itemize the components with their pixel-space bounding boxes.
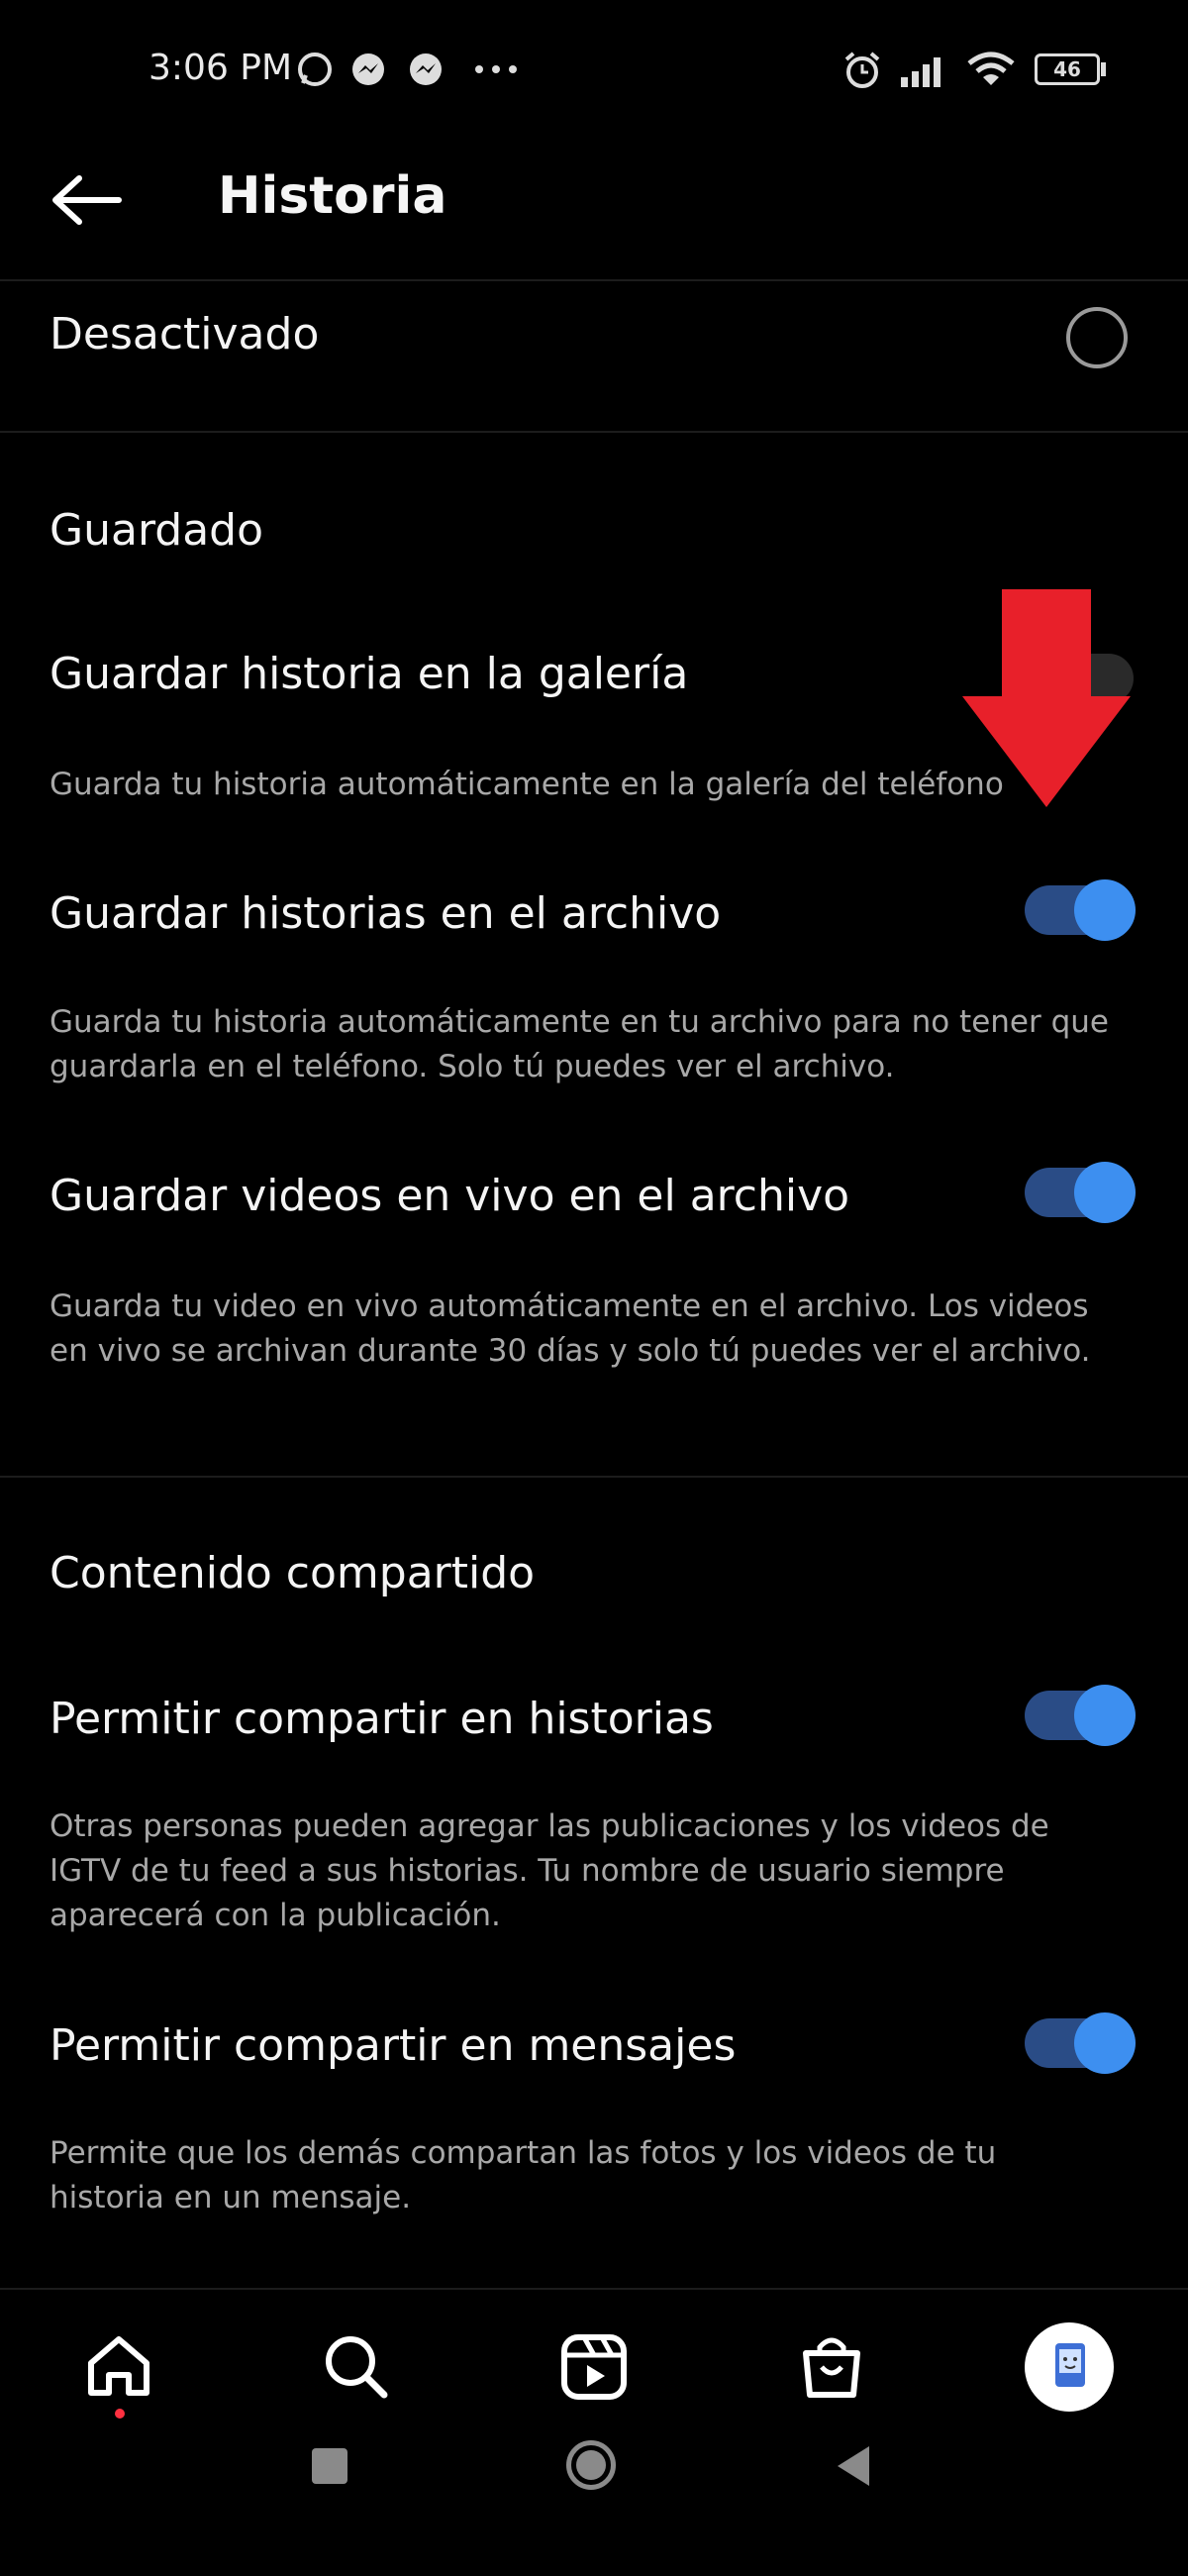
home-button-dot <box>576 2450 606 2480</box>
battery-icon: 46 <box>1035 53 1100 85</box>
contenido-section-title: Contenido compartido <box>50 1548 536 1598</box>
home-tab[interactable] <box>69 2308 168 2426</box>
whatsapp-icon <box>298 52 332 86</box>
recents-button[interactable] <box>312 2448 347 2484</box>
profile-tab[interactable] <box>1020 2308 1119 2426</box>
avatar-illustration <box>1055 2343 1085 2387</box>
arrow-left-icon[interactable] <box>48 170 127 230</box>
battery-level: 46 <box>1053 57 1081 81</box>
guardar-archivo-description: Guarda tu historia automáticamente en tu… <box>50 1004 1109 1084</box>
bottom-nav <box>0 2308 1188 2426</box>
messenger-icon <box>410 53 442 85</box>
notification-dot <box>115 2409 125 2419</box>
more-dots-icon <box>475 65 517 73</box>
compartir-historias-description: Otras personas pueden agregar las public… <box>50 1808 1049 1933</box>
compartir-mensajes-label: Permitir compartir en mensajes <box>50 2020 737 2071</box>
profile-avatar <box>1025 2322 1114 2412</box>
guardar-vivo-label: Guardar videos en vivo en el archivo <box>50 1171 850 1221</box>
guardado-section-title: Guardado <box>50 505 264 556</box>
header-divider <box>0 279 1188 281</box>
shop-tab[interactable] <box>782 2308 881 2426</box>
red-arrow-annotation <box>962 589 1131 807</box>
desactivado-label[interactable]: Desactivado <box>50 309 319 360</box>
search-tab[interactable] <box>307 2308 406 2426</box>
reels-tab[interactable] <box>544 2308 644 2426</box>
toggle-knob <box>1074 1162 1136 1223</box>
home-button[interactable] <box>566 2440 616 2490</box>
compartir-historias-label: Permitir compartir en historias <box>50 1694 714 1744</box>
toggle-knob <box>1074 2012 1136 2074</box>
guardar-galeria-label: Guardar historia en la galería <box>50 649 689 699</box>
compartir-historias-toggle[interactable] <box>1025 1685 1136 1746</box>
section-divider <box>0 431 1188 433</box>
reels-icon <box>561 2334 627 2400</box>
home-icon <box>88 2336 149 2396</box>
signal-icon <box>901 57 940 87</box>
desactivado-radio[interactable] <box>1066 307 1128 368</box>
toggle-knob <box>1074 1685 1136 1746</box>
system-nav-bar <box>0 2440 1188 2555</box>
messenger-icon <box>352 53 384 85</box>
search-icon <box>326 2336 388 2399</box>
guardar-archivo-label: Guardar historias en el archivo <box>50 888 722 939</box>
shop-icon <box>803 2337 860 2398</box>
wifi-icon <box>967 52 1015 85</box>
status-time: 3:06 PM <box>148 48 293 88</box>
page-title: Historia <box>218 166 447 226</box>
alarm-icon <box>844 52 880 88</box>
guardar-galeria-description: Guarda tu historia automáticamente en la… <box>50 767 1004 802</box>
nav-divider <box>0 2288 1188 2290</box>
back-button[interactable] <box>834 2444 873 2488</box>
guardar-vivo-description: Guarda tu video en vivo automáticamente … <box>50 1288 1091 1369</box>
section-divider <box>0 1476 1188 1478</box>
battery-tip <box>1101 62 1106 76</box>
compartir-mensajes-toggle[interactable] <box>1025 2012 1136 2074</box>
toggle-knob <box>1074 879 1136 941</box>
guardar-archivo-toggle[interactable] <box>1025 879 1136 941</box>
compartir-mensajes-description: Permite que los demás compartan las foto… <box>50 2135 997 2215</box>
guardar-vivo-toggle[interactable] <box>1025 1162 1136 1223</box>
